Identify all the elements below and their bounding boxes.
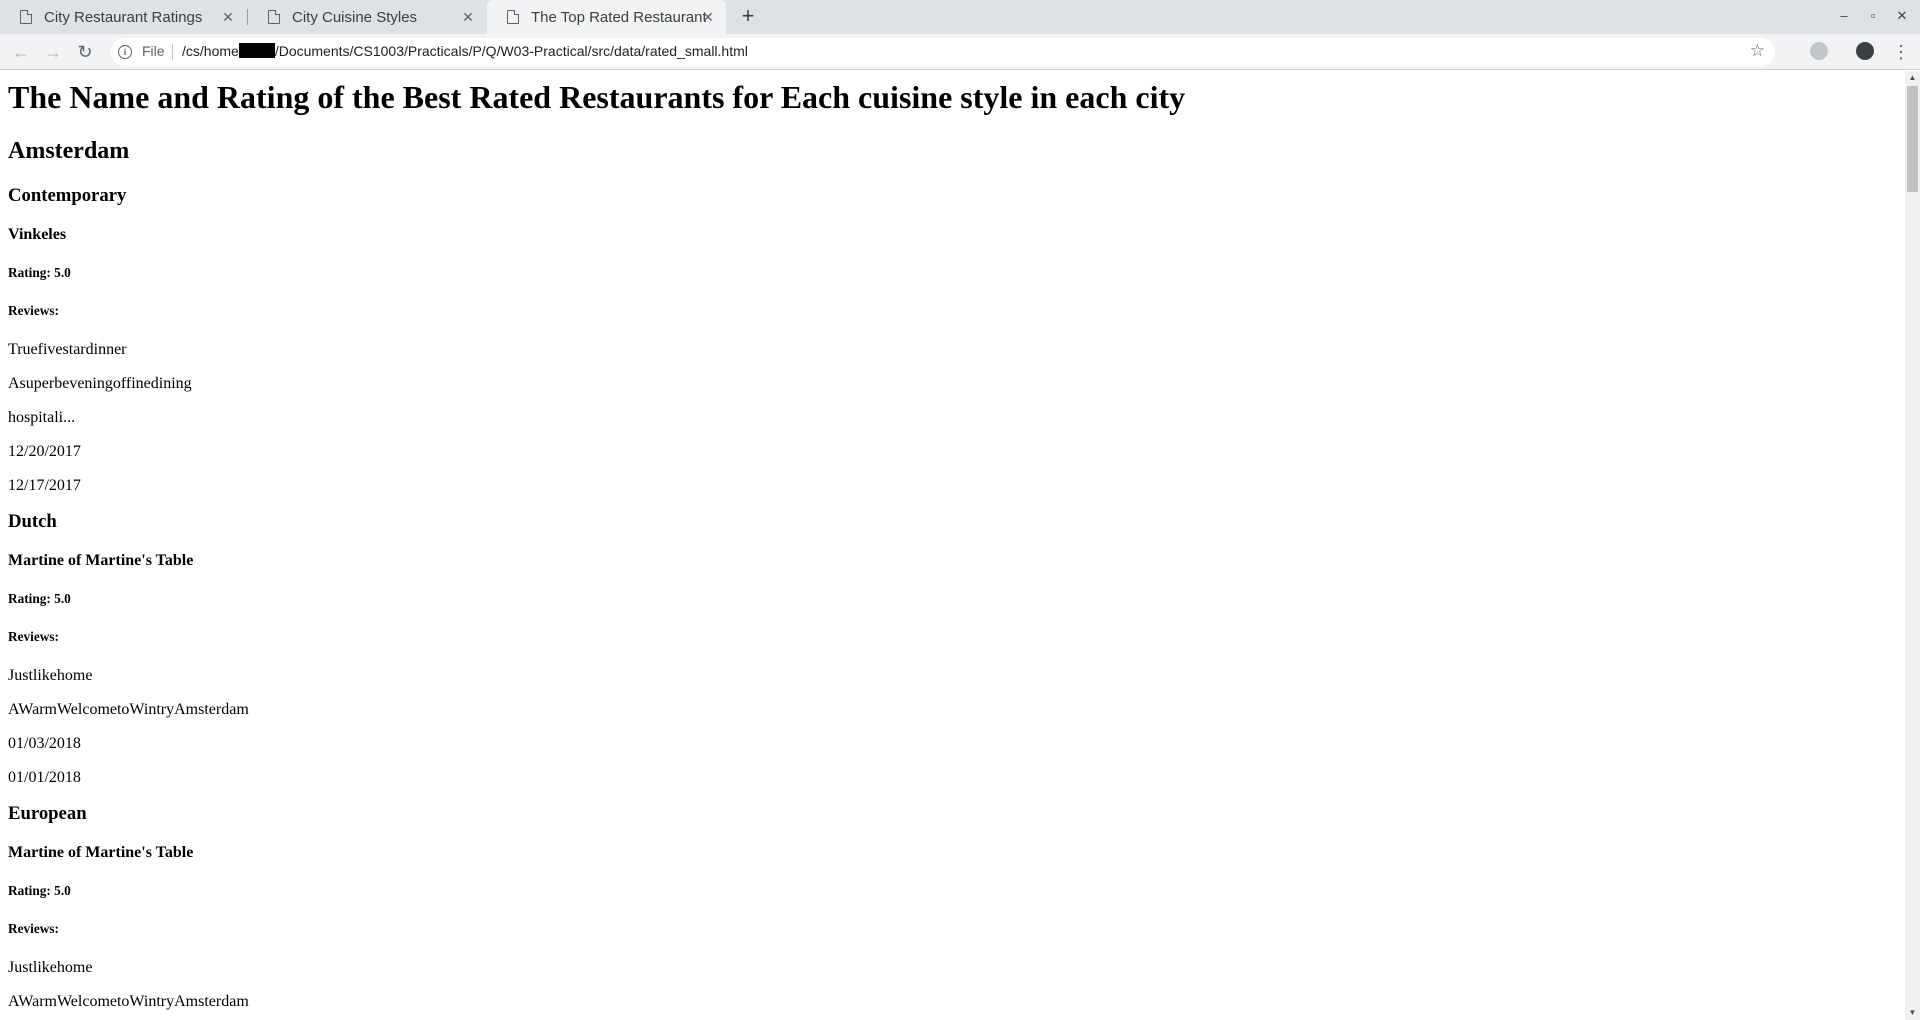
tab-title: City Restaurant Ratings [44,8,203,26]
address-bar[interactable]: i File /cs/home/Documents/CS1003/Practic… [110,38,1775,66]
minimize-button[interactable]: – [1834,6,1854,26]
reviews-label: Reviews: [8,303,59,318]
close-tab-icon[interactable]: ✕ [460,9,476,25]
scrollbar-thumb[interactable] [1907,86,1918,192]
review-item: Truefivestardinner [8,341,127,358]
restaurant-name: Martine of Martine's Table [8,552,194,569]
restaurant-name: Martine of Martine's Table [8,844,194,861]
bookmark-star-icon[interactable]: ☆ [1750,41,1765,61]
review-item: Justlikehome [8,667,93,684]
maximize-button[interactable]: ▫ [1863,6,1883,26]
tab-city-cuisine-styles[interactable]: City Cuisine Styles ✕ [248,0,486,34]
document-icon [507,10,519,24]
new-tab-button[interactable]: + [736,5,760,29]
info-icon[interactable]: i [118,45,132,59]
review-item: AWarmWelcometoWintryAmsterdam [8,993,249,1010]
tab-city-restaurant-ratings[interactable]: City Restaurant Ratings ✕ [0,0,246,34]
review-item: Justlikehome [8,959,93,976]
cuisine-heading: Dutch [8,511,57,532]
rating-text: Rating: 5.0 [8,883,71,898]
review-item: AWarmWelcometoWintryAmsterdam [8,701,249,718]
review-date: 12/17/2017 [8,477,81,494]
review-item: hospitali... [8,409,76,426]
reviews-label: Reviews: [8,629,59,644]
close-tab-icon[interactable]: ✕ [220,9,236,25]
divider [172,44,173,60]
browser-toolbar: ← → ↻ i File /cs/home/Documents/CS1003/P… [0,34,1920,70]
close-tab-icon[interactable]: ✕ [700,9,716,25]
city-heading: Amsterdam [8,138,130,164]
url-prefix: /cs/home [182,43,239,59]
extension-icon[interactable] [1810,42,1828,60]
review-date: 01/01/2018 [8,769,81,786]
rating-text: Rating: 5.0 [8,591,71,606]
page-viewport: The Name and Rating of the Best Rated Re… [0,71,1905,1020]
tab-title: The Top Rated Restaurants [531,8,706,26]
rating-text: Rating: 5.0 [8,265,71,280]
review-date: 12/20/2017 [8,443,81,460]
restaurant-name: Vinkeles [8,226,67,243]
tab-strip: City Restaurant Ratings ✕ City Cuisine S… [0,0,1920,34]
tab-title: City Cuisine Styles [292,8,418,26]
scroll-down-arrow-icon[interactable]: ▼ [1905,1006,1920,1020]
redaction-block [238,43,275,58]
reload-button[interactable]: ↻ [73,40,97,64]
back-button[interactable]: ← [9,40,33,64]
document-icon [268,10,280,24]
close-window-button[interactable]: ✕ [1892,6,1912,26]
url-suffix: /Documents/CS1003/Practicals/P/Q/W03-Pra… [274,43,748,59]
cuisine-heading: Contemporary [8,185,127,206]
url-scheme: File [142,43,165,59]
cuisine-heading: European [8,803,87,824]
tab-top-rated-restaurants[interactable]: The Top Rated Restaurants ✕ [487,0,726,34]
url-text[interactable]: /cs/home/Documents/CS1003/Practicals/P/Q… [182,43,748,59]
page-title: The Name and Rating of the Best Rated Re… [8,79,1186,115]
reviews-label: Reviews: [8,921,59,936]
vertical-scrollbar[interactable]: ▲ ▼ [1905,71,1920,1020]
document-icon [20,10,32,24]
menu-icon[interactable]: ⋮ [1892,40,1910,64]
forward-button[interactable]: → [41,40,65,64]
review-date: 01/03/2018 [8,735,81,752]
profile-avatar-icon[interactable] [1856,42,1874,60]
review-item: Asuperbeveningoffinedining [8,375,192,392]
page-content: The Name and Rating of the Best Rated Re… [0,79,1905,1011]
scroll-up-arrow-icon[interactable]: ▲ [1905,71,1920,85]
